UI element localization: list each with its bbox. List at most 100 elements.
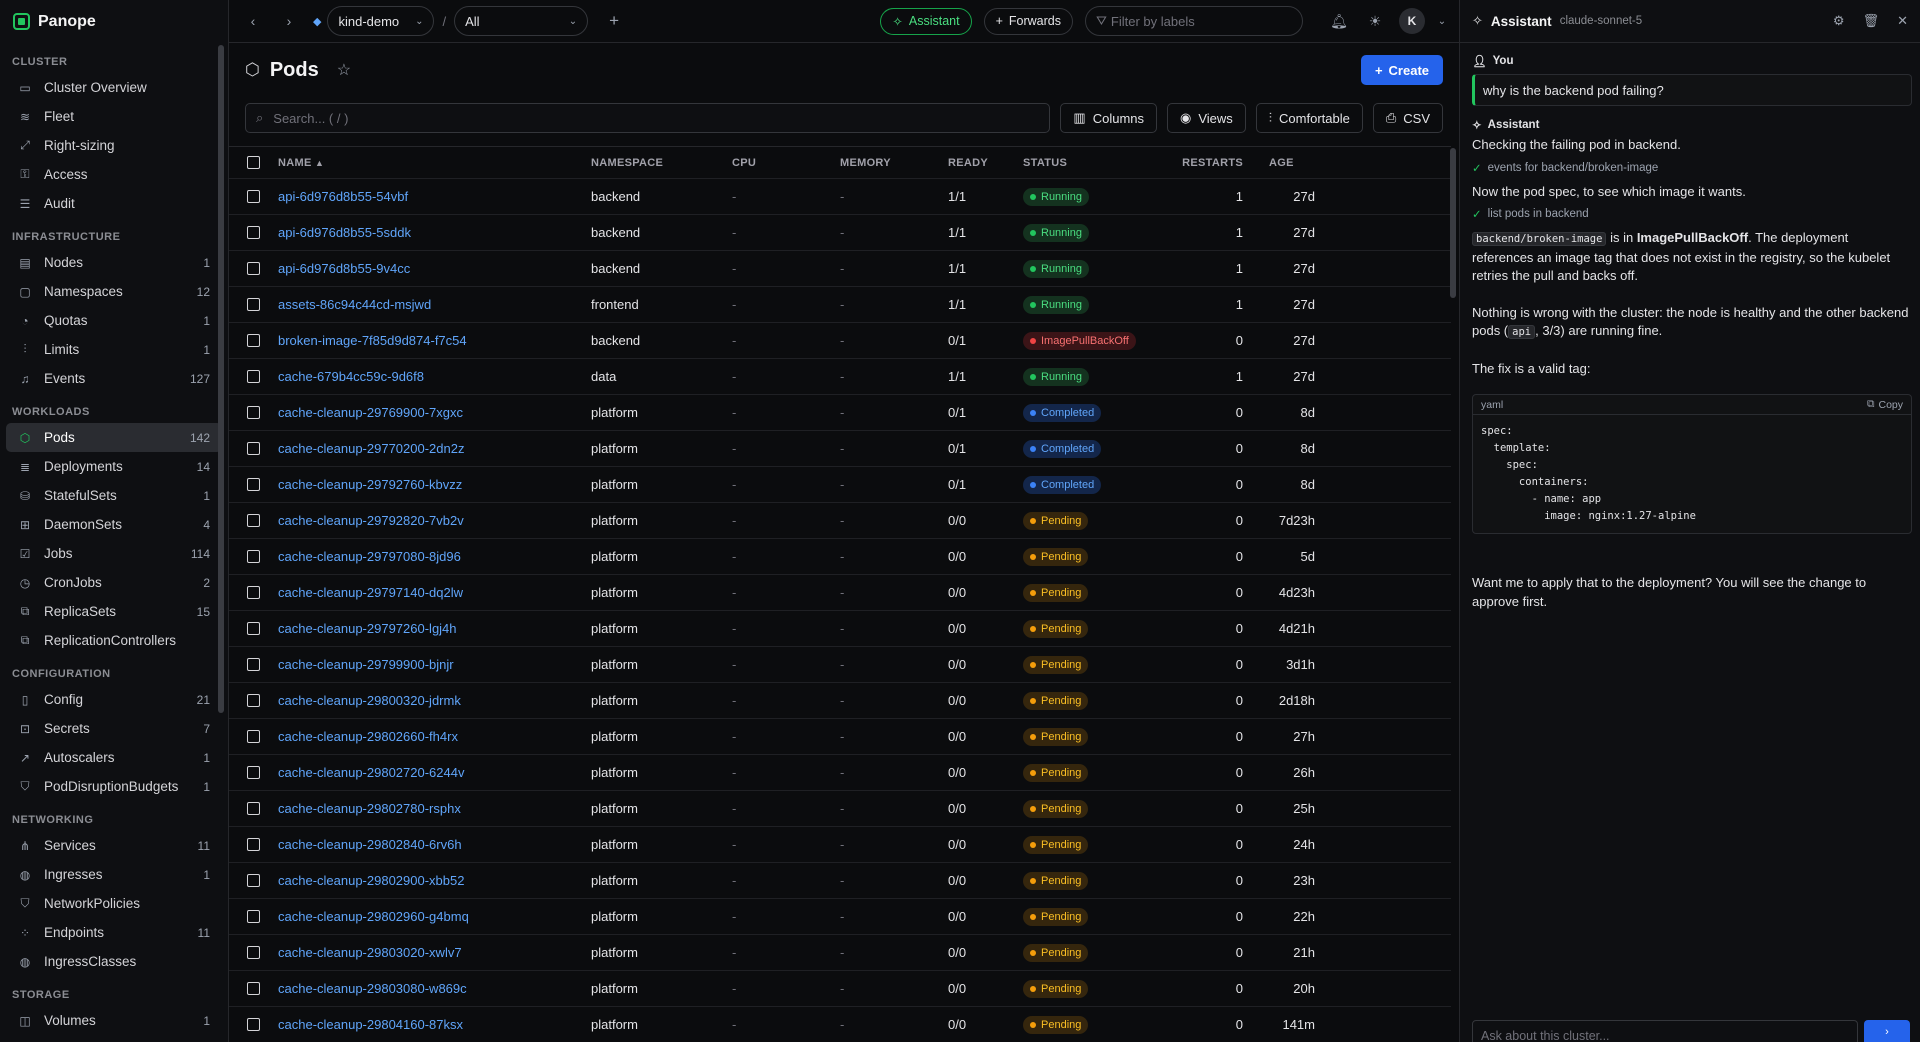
sidebar-item-autoscalers[interactable]: ↗ Autoscalers 1 xyxy=(6,743,222,772)
pod-name-link[interactable]: api-6d976d8b55-54vbf xyxy=(278,189,591,204)
sidebar-item-services[interactable]: ⋔ Services 11 xyxy=(6,831,222,860)
density-button[interactable]: ⫶ Comfortable xyxy=(1255,103,1363,133)
table-row[interactable]: api-6d976d8b55-9v4cc backend - - 1/1 Running 1… xyxy=(229,251,1451,287)
row-checkbox[interactable] xyxy=(247,694,260,707)
sidebar-item-daemonsets[interactable]: ⊞ DaemonSets 4 xyxy=(6,510,222,539)
row-checkbox[interactable] xyxy=(247,190,260,203)
sidebar-item-config[interactable]: ▯ Config 21 xyxy=(6,685,222,714)
row-checkbox[interactable] xyxy=(247,586,260,599)
row-checkbox[interactable] xyxy=(247,1018,260,1031)
avatar[interactable]: K xyxy=(1399,8,1425,34)
sidebar-item-jobs[interactable]: ☑ Jobs 114 xyxy=(6,539,222,568)
table-row[interactable]: api-6d976d8b55-5sddk backend - - 1/1 Running 1… xyxy=(229,215,1451,251)
sidebar-item-pods[interactable]: ⬡ Pods 142 xyxy=(6,423,222,452)
table-scrollbar[interactable] xyxy=(1450,148,1456,298)
table-row[interactable]: cache-cleanup-29797080-8jd96 platform - - 0/… xyxy=(229,539,1451,575)
row-checkbox[interactable] xyxy=(247,766,260,779)
pod-name-link[interactable]: cache-cleanup-29769900-7xgxc xyxy=(278,405,591,420)
pod-name-link[interactable]: cache-cleanup-29797140-dq2lw xyxy=(278,585,591,600)
tool-call[interactable]: ✓ events for backend/broken-image xyxy=(1472,159,1912,177)
row-checkbox[interactable] xyxy=(247,298,260,311)
table-row[interactable]: cache-cleanup-29802780-rsphx platform - - 0/… xyxy=(229,791,1451,827)
pod-name-link[interactable]: cache-cleanup-29804160-87ksx xyxy=(278,1017,591,1032)
column-header-memory[interactable]: MEMORY xyxy=(840,157,948,169)
row-checkbox[interactable] xyxy=(247,622,260,635)
forward-icon[interactable]: › xyxy=(277,13,301,29)
table-row[interactable]: broken-image-7f85d9d874-f7c54 backend - - 0/… xyxy=(229,323,1451,359)
pod-name-link[interactable]: cache-cleanup-29800320-jdrmk xyxy=(278,693,591,708)
pod-name-link[interactable]: cache-cleanup-29802660-fh4rx xyxy=(278,729,591,744)
row-checkbox[interactable] xyxy=(247,406,260,419)
row-checkbox[interactable] xyxy=(247,262,260,275)
row-checkbox[interactable] xyxy=(247,550,260,563)
pod-name-link[interactable]: broken-image-7f85d9d874-f7c54 xyxy=(278,333,591,348)
sidebar-item-statefulsets[interactable]: ⛁ StatefulSets 1 xyxy=(6,481,222,510)
table-row[interactable]: cache-cleanup-29802840-6rv6h platform - - 0/… xyxy=(229,827,1451,863)
bell-icon[interactable]: 🔔︎ xyxy=(1327,13,1351,30)
table-row[interactable]: cache-cleanup-29792760-kbvzz platform - - 0/… xyxy=(229,467,1451,503)
create-button[interactable]: + Create xyxy=(1360,55,1443,85)
row-checkbox[interactable] xyxy=(247,514,260,527)
row-checkbox[interactable] xyxy=(247,982,260,995)
close-icon[interactable]: ✕ xyxy=(1897,13,1908,29)
row-checkbox[interactable] xyxy=(247,838,260,851)
trash-icon[interactable]: 🗑︎ xyxy=(1863,13,1880,29)
sidebar-item-ingresses[interactable]: ◍ Ingresses 1 xyxy=(6,860,222,889)
table-row[interactable]: cache-cleanup-29769900-7xgxc platform - - 0/… xyxy=(229,395,1451,431)
pod-name-link[interactable]: cache-cleanup-29799900-bjnjr xyxy=(278,657,591,672)
add-tab-icon[interactable]: + xyxy=(602,11,626,31)
settings-icon[interactable]: ⚙ xyxy=(1833,13,1845,29)
forwards-button[interactable]: + Forwards xyxy=(983,7,1073,35)
sidebar-item-volumes[interactable]: ◫ Volumes 1 xyxy=(6,1006,222,1035)
select-all-checkbox[interactable] xyxy=(247,156,260,169)
table-row[interactable]: cache-cleanup-29797140-dq2lw platform - - 0/… xyxy=(229,575,1451,611)
context-select[interactable]: kind-demo ⌄ xyxy=(327,6,435,36)
table-row[interactable]: cache-cleanup-29770200-2dn2z platform - - 0/… xyxy=(229,431,1451,467)
table-row[interactable]: cache-cleanup-29800320-jdrmk platform - - 0/… xyxy=(229,683,1451,719)
sidebar-item-quotas[interactable]: ◔ Quotas 1 xyxy=(6,306,222,335)
row-checkbox[interactable] xyxy=(247,370,260,383)
sidebar-item-networkpolicies[interactable]: ⛉ NetworkPolicies xyxy=(6,889,222,918)
pod-name-link[interactable]: cache-cleanup-29770200-2dn2z xyxy=(278,441,591,456)
row-checkbox[interactable] xyxy=(247,730,260,743)
namespace-select[interactable]: All ⌄ xyxy=(454,6,589,36)
table-row[interactable]: cache-cleanup-29803020-xwlv7 platform - - 0/… xyxy=(229,935,1451,971)
column-header-cpu[interactable]: CPU xyxy=(732,157,840,169)
sidebar-item-endpoints[interactable]: ⁘ Endpoints 11 xyxy=(6,918,222,947)
sidebar-item-access[interactable]: ⚿ Access xyxy=(6,160,222,189)
csv-export-button[interactable]: ⎙ CSV xyxy=(1372,103,1443,133)
sidebar-item-secrets[interactable]: ⊡ Secrets 7 xyxy=(6,714,222,743)
columns-button[interactable]: ▥ Columns xyxy=(1060,103,1157,133)
sidebar-item-nodes[interactable]: ▤ Nodes 1 xyxy=(6,248,222,277)
row-checkbox[interactable] xyxy=(247,334,260,347)
row-checkbox[interactable] xyxy=(247,802,260,815)
pod-name-link[interactable]: cache-cleanup-29802720-6244v xyxy=(278,765,591,780)
table-row[interactable]: cache-679b4cc59c-9d6f8 data - - 1/1 Running 1 2… xyxy=(229,359,1451,395)
pod-name-link[interactable]: cache-cleanup-29792760-kbvzz xyxy=(278,477,591,492)
pod-name-link[interactable]: cache-cleanup-29797080-8jd96 xyxy=(278,549,591,564)
table-row[interactable]: api-6d976d8b55-54vbf backend - - 1/1 Running 1… xyxy=(229,179,1451,215)
pod-name-link[interactable]: cache-cleanup-29792820-7vb2v xyxy=(278,513,591,528)
search-input[interactable]: ⌕ Search... ( / ) xyxy=(245,103,1051,133)
pod-name-link[interactable]: cache-cleanup-29802840-6rv6h xyxy=(278,837,591,852)
sidebar-item-cluster-overview[interactable]: ▭ Cluster Overview xyxy=(6,73,222,102)
table-row[interactable]: cache-cleanup-29802660-fh4rx platform - - 0/… xyxy=(229,719,1451,755)
back-icon[interactable]: ‹ xyxy=(241,13,265,29)
column-header-status[interactable]: STATUS xyxy=(1023,157,1173,169)
copy-button[interactable]: ⧉ Copy xyxy=(1867,398,1903,411)
sidebar-scrollbar[interactable] xyxy=(218,45,224,713)
pod-name-link[interactable]: assets-86c94c44cd-msjwd xyxy=(278,297,591,312)
sidebar-item-replicasets[interactable]: ⧉ ReplicaSets 15 xyxy=(6,597,222,626)
column-header-namespace[interactable]: NAMESPACE xyxy=(591,157,732,169)
sidebar-item-fleet[interactable]: ≋ Fleet xyxy=(6,102,222,131)
sidebar-item-replicationcontrollers[interactable]: ⧉ ReplicationControllers xyxy=(6,626,222,655)
pod-name-link[interactable]: cache-679b4cc59c-9d6f8 xyxy=(278,369,591,384)
column-header-name[interactable]: NAME ▲ xyxy=(278,157,591,169)
sidebar-item-deployments[interactable]: ≣ Deployments 14 xyxy=(6,452,222,481)
pod-name-link[interactable]: cache-cleanup-29797260-lgj4h xyxy=(278,621,591,636)
row-checkbox[interactable] xyxy=(247,478,260,491)
table-row[interactable]: cache-cleanup-29792820-7vb2v platform - - 0/… xyxy=(229,503,1451,539)
star-icon[interactable]: ☆ xyxy=(337,60,351,80)
column-header-ready[interactable]: READY xyxy=(948,157,1023,169)
chevron-down-icon[interactable]: ⌄ xyxy=(1437,16,1447,27)
